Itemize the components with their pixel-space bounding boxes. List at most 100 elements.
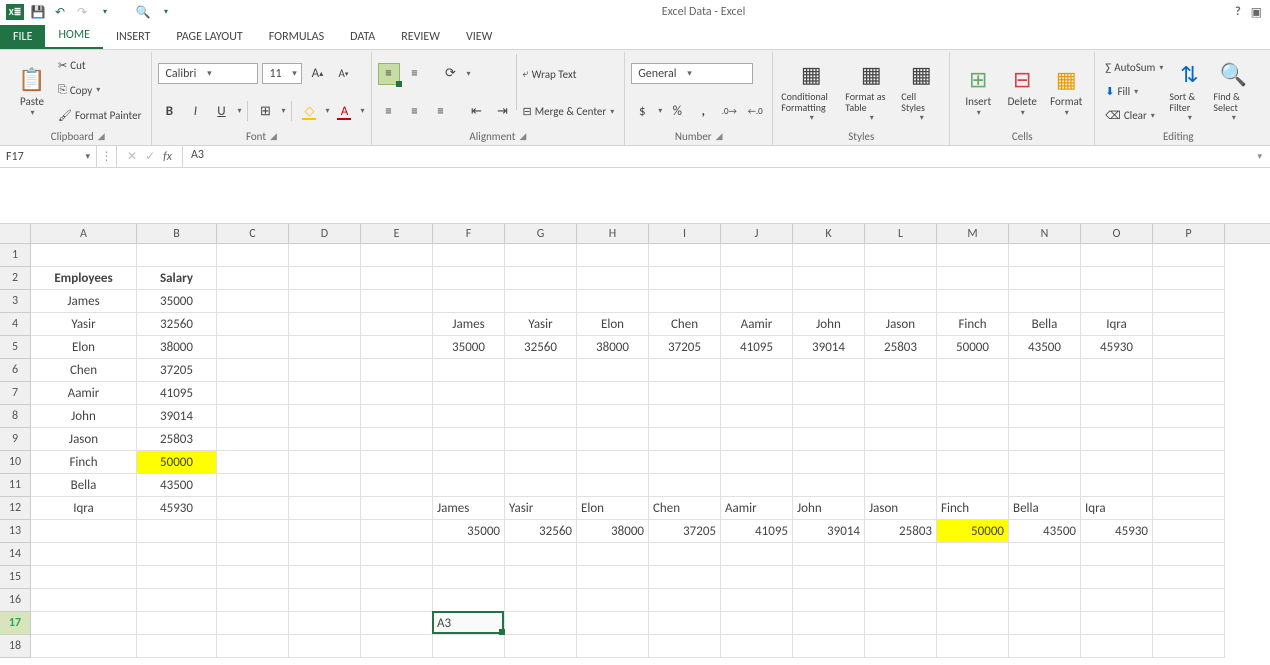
cell[interactable] — [361, 497, 433, 520]
cell[interactable] — [865, 635, 937, 658]
borders-dropdown-icon[interactable]: ▾ — [281, 106, 285, 116]
cell[interactable]: Jason — [865, 313, 937, 336]
cell[interactable] — [937, 635, 1009, 658]
tab-view[interactable]: VIEW — [453, 25, 505, 49]
cell[interactable] — [217, 497, 289, 520]
cell[interactable] — [217, 451, 289, 474]
cell[interactable] — [289, 543, 361, 566]
cell[interactable]: Yasir — [505, 497, 577, 520]
cell[interactable] — [793, 474, 865, 497]
cell[interactable] — [793, 244, 865, 267]
cell[interactable] — [1153, 290, 1225, 313]
cell[interactable] — [433, 290, 505, 313]
cell[interactable] — [793, 405, 865, 428]
cell[interactable] — [721, 543, 793, 566]
cell[interactable] — [31, 520, 137, 543]
cell[interactable] — [1153, 359, 1225, 382]
cell[interactable] — [865, 612, 937, 635]
cell[interactable] — [1009, 359, 1081, 382]
col-header[interactable]: L — [865, 224, 937, 243]
cell[interactable] — [433, 359, 505, 382]
cell[interactable] — [649, 359, 721, 382]
cell[interactable]: Chen — [649, 497, 721, 520]
col-header[interactable]: B — [137, 224, 217, 243]
decrease-font-icon[interactable]: A▾ — [332, 63, 354, 85]
cell[interactable] — [865, 267, 937, 290]
cell[interactable] — [433, 566, 505, 589]
cell[interactable] — [793, 267, 865, 290]
cell[interactable] — [217, 566, 289, 589]
cell[interactable] — [137, 520, 217, 543]
sort-filter-button[interactable]: ⇅Sort & Filter▾ — [1167, 54, 1211, 127]
cell[interactable] — [433, 405, 505, 428]
cell[interactable] — [577, 267, 649, 290]
help-icon[interactable]: ? — [1235, 5, 1241, 20]
col-header[interactable]: M — [937, 224, 1009, 243]
cell[interactable] — [289, 336, 361, 359]
align-left-icon[interactable]: ≡ — [378, 100, 400, 122]
cell[interactable] — [505, 405, 577, 428]
fill-button[interactable]: ⬇Fill▾ — [1101, 83, 1167, 100]
cell[interactable] — [289, 612, 361, 635]
cell[interactable] — [289, 359, 361, 382]
cell[interactable] — [361, 520, 433, 543]
cell[interactable] — [577, 244, 649, 267]
row-header[interactable]: 18 — [0, 635, 30, 658]
cell[interactable] — [31, 244, 137, 267]
formula-input[interactable]: A3▾ — [183, 146, 1270, 167]
underline-button[interactable]: U — [210, 100, 232, 122]
cell[interactable] — [289, 290, 361, 313]
row-header[interactable]: 14 — [0, 543, 30, 566]
cell[interactable] — [1081, 359, 1153, 382]
cell[interactable]: 50000 — [937, 520, 1009, 543]
font-size-combo[interactable]: 11▾ — [262, 63, 302, 84]
cell[interactable] — [721, 566, 793, 589]
col-header[interactable]: E — [361, 224, 433, 243]
cell[interactable]: 43500 — [137, 474, 217, 497]
font-color-button[interactable]: A — [333, 100, 355, 122]
cell[interactable] — [865, 359, 937, 382]
cell[interactable] — [289, 497, 361, 520]
bold-button[interactable]: B — [158, 100, 180, 122]
cell[interactable]: Employees — [31, 267, 137, 290]
row-header[interactable]: 10 — [0, 451, 30, 474]
cell[interactable] — [721, 474, 793, 497]
cell[interactable]: 32560 — [137, 313, 217, 336]
row-header[interactable]: 15 — [0, 566, 30, 589]
name-box[interactable]: F17▾ — [0, 146, 97, 167]
cell[interactable] — [937, 359, 1009, 382]
save-icon[interactable]: 💾 — [30, 4, 46, 20]
fx-icon[interactable]: fx — [163, 150, 172, 164]
col-header[interactable]: D — [289, 224, 361, 243]
cell[interactable] — [217, 290, 289, 313]
cell[interactable]: A3 — [433, 612, 505, 635]
cell[interactable] — [721, 244, 793, 267]
format-cells-button[interactable]: ▦Format▾ — [1044, 54, 1088, 127]
tab-home[interactable]: HOME — [45, 23, 103, 49]
cell[interactable]: 39014 — [793, 520, 865, 543]
cell[interactable]: 50000 — [137, 451, 217, 474]
tab-review[interactable]: REVIEW — [388, 25, 453, 49]
cancel-icon[interactable]: ✕ — [127, 149, 137, 164]
row-header[interactable]: 2 — [0, 267, 30, 290]
cell[interactable] — [31, 635, 137, 658]
col-header[interactable]: H — [577, 224, 649, 243]
cell[interactable] — [289, 566, 361, 589]
cell[interactable] — [721, 382, 793, 405]
cell[interactable] — [505, 290, 577, 313]
cell[interactable] — [1153, 313, 1225, 336]
cell[interactable] — [361, 405, 433, 428]
align-center-icon[interactable]: ≡ — [404, 100, 426, 122]
paste-dropdown-icon[interactable]: ▾ — [30, 108, 34, 118]
autosum-button[interactable]: ∑AutoSum▾ — [1101, 59, 1167, 76]
clipboard-dialog-icon[interactable]: ◢ — [98, 131, 105, 142]
cell[interactable] — [865, 405, 937, 428]
cell[interactable] — [505, 612, 577, 635]
cell[interactable] — [793, 359, 865, 382]
align-right-icon[interactable]: ≡ — [430, 100, 452, 122]
cell[interactable] — [649, 290, 721, 313]
cell[interactable] — [217, 543, 289, 566]
cell[interactable] — [721, 635, 793, 658]
cell[interactable] — [433, 382, 505, 405]
cell[interactable] — [649, 267, 721, 290]
